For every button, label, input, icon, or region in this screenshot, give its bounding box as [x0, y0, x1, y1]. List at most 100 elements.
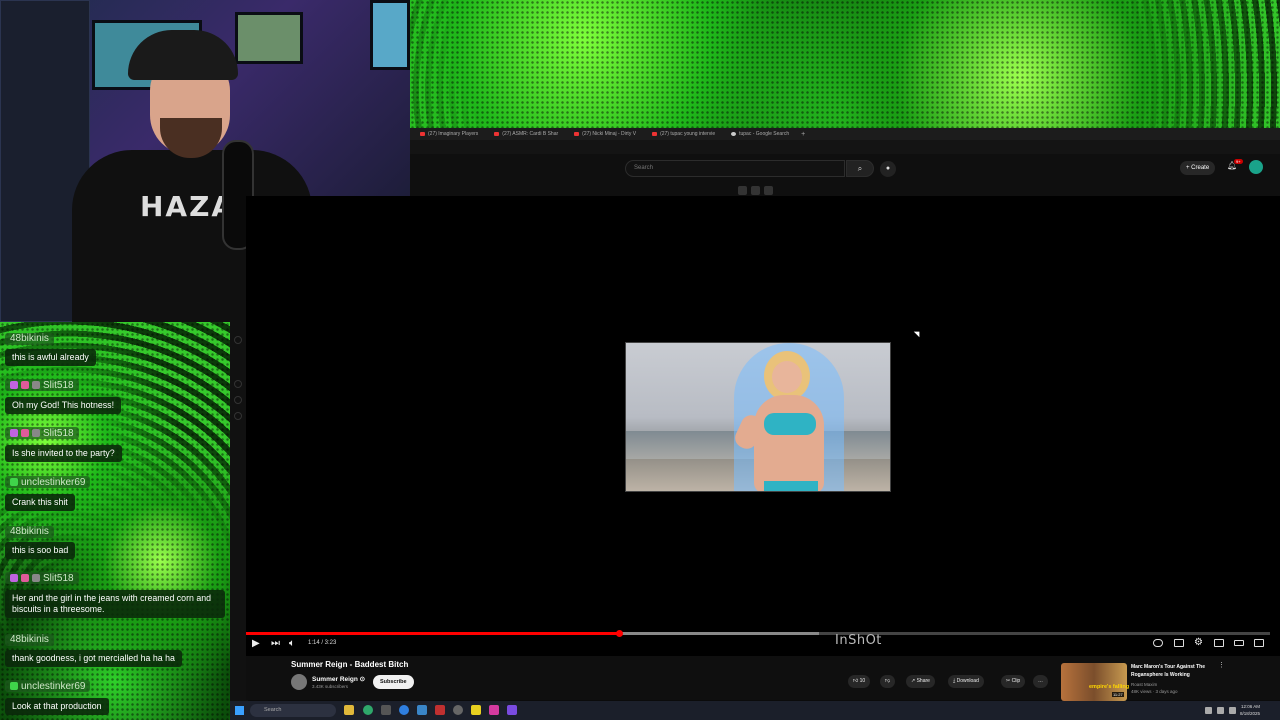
chat-username: Slit518	[5, 572, 79, 584]
side-icon[interactable]	[234, 396, 242, 404]
app-icon[interactable]	[489, 705, 499, 715]
chat-message: Slit518 Her and the girl in the jeans wi…	[5, 569, 225, 618]
expand-icon[interactable]	[751, 186, 760, 195]
recommended-channel[interactable]: Roast Maxim	[1131, 682, 1157, 687]
chat-messages: 48bikinis this is awful already Slit518 …	[0, 326, 230, 716]
settings-gear-icon[interactable]: ⚙	[1194, 637, 1203, 648]
youtube-header: Search ⌕ ● + Create 🔔︎ 9+	[410, 154, 1280, 184]
channel-avatar[interactable]	[291, 674, 307, 690]
played-bar	[246, 632, 619, 635]
chat-message: 48bikinis this is awful already	[5, 328, 96, 366]
app-icon[interactable]	[453, 705, 463, 715]
volume-icon[interactable]: 🔈︎	[289, 638, 295, 649]
chat-username: 48bikinis	[5, 633, 54, 646]
share-button[interactable]: ↗ Share	[906, 675, 935, 688]
file-explorer-icon[interactable]	[344, 705, 354, 715]
side-icon[interactable]	[234, 336, 242, 344]
search-input[interactable]: Search	[625, 160, 845, 177]
chat-message: 48bikinis this is soo bad	[5, 521, 76, 559]
chat-text: Is she invited to the party?	[5, 445, 122, 462]
recommended-title[interactable]: Marc Maron's Tour Against The Roganspher…	[1131, 663, 1221, 679]
app-icon[interactable]	[435, 705, 445, 715]
chat-message: Slit518 Is she invited to the party?	[5, 424, 122, 462]
battery-icon[interactable]	[1229, 707, 1236, 714]
browser-app-icon[interactable]	[399, 705, 409, 715]
stream-layout: HAZAR 48bikinis this is awful already Sl…	[0, 0, 1280, 720]
background-monitor	[235, 12, 303, 64]
chat-text: this is soo bad	[5, 542, 76, 559]
taskbar-search[interactable]: Search	[250, 704, 336, 717]
app-icon[interactable]	[507, 705, 517, 715]
chat-message: unclestinker69 Crank this shit	[5, 473, 91, 511]
sub-badge-icon	[32, 429, 40, 437]
chat-username: 48bikinis	[5, 332, 54, 345]
side-icon[interactable]	[234, 412, 242, 420]
clip-button[interactable]: ✂ Clip	[1001, 675, 1026, 688]
swimsuit-bottom	[764, 481, 818, 491]
chat-username: unclestinker69	[5, 680, 91, 692]
banner-texture	[410, 0, 1280, 128]
app-icon[interactable]	[417, 705, 427, 715]
edge-icon[interactable]	[363, 705, 373, 715]
browser-tab[interactable]: (27) Nicki Minaj - Dirty V	[570, 129, 640, 139]
play-icon[interactable]: ▶	[252, 638, 260, 649]
progress-bar[interactable]	[246, 630, 1270, 637]
windows-start-icon[interactable]	[235, 706, 244, 715]
swimsuit-top	[764, 413, 816, 435]
like-button[interactable]: 👍︎ 10	[848, 675, 871, 688]
dislike-button[interactable]: 👎︎	[880, 675, 896, 688]
video-player[interactable]	[246, 196, 1280, 656]
more-actions-button[interactable]: …	[1033, 675, 1048, 688]
browser-tab[interactable]: (27) ASMR: Cardi B Shar	[490, 129, 562, 139]
subscriber-count: 3.43K subscribers	[312, 684, 349, 689]
avatar[interactable]	[1249, 160, 1263, 174]
youtube-favicon-icon	[652, 132, 658, 136]
chat-username: 48bikinis	[5, 525, 54, 538]
channel-name[interactable]: Summer Reign ⊙	[312, 675, 365, 683]
app-icon[interactable]	[471, 705, 481, 715]
next-icon[interactable]: ⏭	[271, 638, 280, 649]
youtube-favicon-icon	[420, 132, 425, 136]
chat-text: this is awful already	[5, 349, 96, 366]
stream-banner	[410, 0, 1280, 128]
heart-badge-icon	[10, 381, 18, 389]
autoplay-toggle[interactable]	[1153, 639, 1163, 647]
chat-username: Slit518	[5, 427, 79, 439]
create-button[interactable]: + Create	[1180, 161, 1216, 175]
browser-toolbar	[410, 140, 1280, 154]
clock-date: 8/18/2025	[1240, 711, 1261, 716]
store-icon[interactable]	[381, 705, 391, 715]
check-badge-icon	[10, 682, 18, 690]
download-button[interactable]: ⤓ Download	[948, 675, 984, 688]
browser-tab[interactable]: (27) tupac young intervie	[648, 129, 719, 139]
volume-tray-icon[interactable]	[1217, 707, 1224, 714]
search-icon[interactable]: ⌕	[846, 160, 874, 177]
pip-icon[interactable]	[738, 186, 747, 195]
windows-taskbar: Search 12:06 AM 8/18/2025	[230, 701, 1280, 720]
background-monitor	[370, 0, 410, 70]
star-badge-icon	[21, 381, 29, 389]
miniplayer-icon[interactable]	[1214, 639, 1224, 647]
subscribe-button[interactable]: Subscribe	[373, 675, 414, 689]
chat-message: Slit518 Oh my God! This hotness!	[5, 376, 122, 414]
browser-tab[interactable]: (27) Imaginary Players	[416, 129, 482, 139]
inshot-watermark: InShOt	[835, 633, 882, 648]
video-title: Summer Reign - Baddest Bitch	[291, 660, 409, 669]
captions-icon[interactable]	[1174, 639, 1184, 647]
new-tab-button[interactable]: +	[801, 131, 805, 138]
more-vert-icon[interactable]: ⋮	[1218, 661, 1225, 669]
chat-text: Look at that production	[5, 698, 109, 715]
fullscreen-icon[interactable]	[1254, 639, 1264, 647]
network-icon[interactable]	[1205, 707, 1212, 714]
clock[interactable]: 12:06 AM 8/18/2025	[1240, 703, 1260, 717]
chat-text: Oh my God! This hotness!	[5, 397, 122, 414]
player-controls: ▶ ⏭ 🔈︎ 1:14 / 3:23 InShOt ⚙	[246, 633, 1270, 654]
side-icon[interactable]	[234, 380, 242, 388]
video-content	[625, 342, 891, 492]
performer-face	[772, 361, 802, 393]
performer-body	[754, 395, 824, 491]
settings-icon[interactable]	[764, 186, 773, 195]
browser-tab[interactable]: tupac - Google Search	[727, 129, 793, 139]
theater-icon[interactable]	[1234, 640, 1244, 646]
microphone-icon[interactable]: ●	[880, 161, 896, 177]
